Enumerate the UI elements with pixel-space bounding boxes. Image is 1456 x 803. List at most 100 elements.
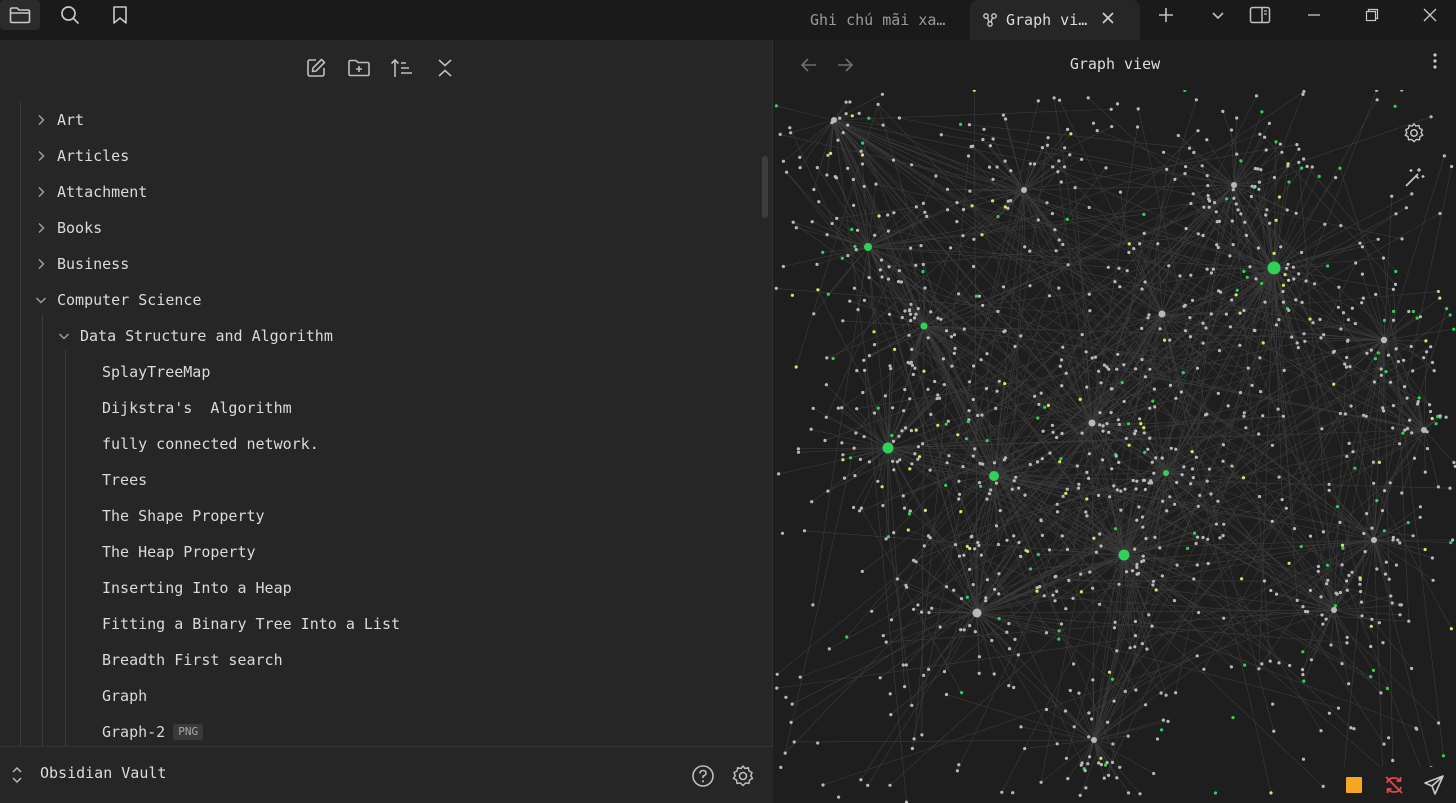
graph-node[interactable] bbox=[1107, 430, 1111, 434]
graph-node[interactable] bbox=[851, 177, 855, 182]
graph-node[interactable] bbox=[1239, 212, 1243, 216]
graph-node[interactable] bbox=[777, 472, 781, 476]
graph-node[interactable] bbox=[955, 769, 959, 773]
graph-node[interactable] bbox=[1285, 266, 1289, 270]
graph-node[interactable] bbox=[1151, 399, 1155, 403]
graph-node[interactable] bbox=[984, 387, 989, 391]
graph-node[interactable] bbox=[1319, 595, 1323, 599]
graph-node[interactable] bbox=[1393, 282, 1398, 286]
graph-node[interactable] bbox=[1057, 629, 1061, 633]
graph-node[interactable] bbox=[1222, 522, 1226, 526]
graph-node[interactable] bbox=[1338, 520, 1342, 524]
graph-node[interactable] bbox=[968, 380, 972, 384]
graph-node[interactable] bbox=[1346, 318, 1350, 322]
graph-node[interactable] bbox=[913, 366, 917, 370]
graph-node[interactable] bbox=[927, 611, 931, 615]
graph-node[interactable] bbox=[1431, 578, 1435, 582]
graph-node[interactable] bbox=[916, 603, 920, 607]
graph-node[interactable] bbox=[1133, 634, 1138, 638]
graph-node[interactable] bbox=[1372, 481, 1376, 485]
graph-node[interactable] bbox=[792, 740, 796, 744]
graph-node[interactable] bbox=[987, 492, 992, 496]
graph-node[interactable] bbox=[889, 367, 893, 371]
graph-node[interactable] bbox=[1301, 92, 1305, 96]
graph-node[interactable] bbox=[1122, 399, 1126, 404]
graph-node[interactable] bbox=[1054, 249, 1058, 253]
graph-node[interactable] bbox=[1009, 199, 1013, 203]
graph-node[interactable] bbox=[1087, 735, 1091, 739]
graph-node[interactable] bbox=[1369, 348, 1373, 352]
graph-node[interactable] bbox=[1372, 380, 1376, 384]
graph-node[interactable] bbox=[1091, 678, 1095, 682]
graph-node[interactable] bbox=[972, 608, 982, 618]
graph-node[interactable] bbox=[1221, 109, 1225, 113]
graph-node[interactable] bbox=[1382, 318, 1387, 322]
graph-node[interactable] bbox=[1398, 442, 1402, 446]
graph-node[interactable] bbox=[1343, 362, 1347, 366]
graph-node[interactable] bbox=[1097, 369, 1101, 373]
graph-node[interactable] bbox=[1235, 288, 1239, 292]
graph-node[interactable] bbox=[1012, 479, 1016, 483]
graph-node[interactable] bbox=[1416, 400, 1420, 404]
graph-node[interactable] bbox=[934, 174, 938, 178]
graph-node[interactable] bbox=[824, 415, 828, 419]
graph-node[interactable] bbox=[1302, 89, 1306, 94]
graph-node[interactable] bbox=[1050, 212, 1054, 216]
graph-node[interactable] bbox=[1345, 635, 1349, 640]
graph-node[interactable] bbox=[1271, 702, 1275, 706]
graph-node[interactable] bbox=[1190, 467, 1195, 471]
graph-node[interactable] bbox=[955, 201, 959, 205]
graph-node[interactable] bbox=[1064, 371, 1068, 375]
graph-node[interactable] bbox=[825, 173, 829, 177]
graph-node[interactable] bbox=[929, 310, 933, 314]
graph-node[interactable] bbox=[1386, 353, 1390, 357]
graph-node[interactable] bbox=[1359, 600, 1364, 604]
graph-node[interactable] bbox=[1410, 666, 1414, 671]
graph-node[interactable] bbox=[997, 616, 1001, 621]
graph-node[interactable] bbox=[1055, 510, 1060, 514]
graph-node[interactable] bbox=[1122, 363, 1126, 367]
graph-node[interactable] bbox=[1023, 747, 1027, 751]
help-button[interactable] bbox=[690, 763, 716, 789]
graph-node[interactable] bbox=[1380, 336, 1388, 344]
graph-node[interactable] bbox=[1140, 642, 1144, 646]
graph-node[interactable] bbox=[1061, 242, 1065, 247]
graph-node[interactable] bbox=[914, 263, 918, 267]
graph-node[interactable] bbox=[1063, 146, 1067, 150]
graph-node[interactable] bbox=[1107, 367, 1111, 371]
graph-node[interactable] bbox=[1085, 514, 1089, 518]
graph-node[interactable] bbox=[1138, 417, 1142, 421]
graph-node[interactable] bbox=[1165, 167, 1169, 171]
graph-node[interactable] bbox=[1309, 658, 1313, 662]
graph-node[interactable] bbox=[903, 387, 907, 392]
tab-note[interactable]: Ghi chú mãi xa… bbox=[800, 0, 968, 40]
graph-node[interactable] bbox=[962, 553, 966, 557]
graph-node[interactable] bbox=[1080, 333, 1084, 337]
graph-node[interactable] bbox=[1415, 727, 1419, 731]
graph-node[interactable] bbox=[1113, 527, 1117, 531]
graph-node[interactable] bbox=[946, 419, 950, 423]
graph-node[interactable] bbox=[841, 131, 845, 135]
graph-node[interactable] bbox=[909, 319, 913, 323]
graph-node[interactable] bbox=[1028, 567, 1033, 571]
minimize-button[interactable] bbox=[1292, 0, 1336, 30]
vault-name[interactable]: Obsidian Vault bbox=[40, 764, 166, 782]
graph-node[interactable] bbox=[854, 431, 858, 435]
graph-node[interactable] bbox=[1079, 763, 1083, 767]
graph-node[interactable] bbox=[1069, 132, 1073, 136]
graph-node[interactable] bbox=[1142, 231, 1146, 235]
sort-button[interactable] bbox=[388, 54, 416, 82]
graph-node[interactable] bbox=[1172, 599, 1177, 603]
graph-node[interactable] bbox=[1201, 535, 1205, 540]
graph-node[interactable] bbox=[1362, 531, 1366, 536]
graph-node[interactable] bbox=[1146, 447, 1150, 451]
graph-node[interactable] bbox=[841, 319, 845, 323]
graph-node[interactable] bbox=[1143, 375, 1147, 379]
graph-node[interactable] bbox=[1250, 383, 1254, 387]
graph-node[interactable] bbox=[991, 137, 995, 141]
graph-node[interactable] bbox=[789, 131, 793, 135]
graph-node[interactable] bbox=[785, 170, 789, 174]
graph-node[interactable] bbox=[1300, 166, 1304, 170]
graph-node[interactable] bbox=[1000, 790, 1004, 794]
graph-node[interactable] bbox=[1118, 765, 1122, 769]
